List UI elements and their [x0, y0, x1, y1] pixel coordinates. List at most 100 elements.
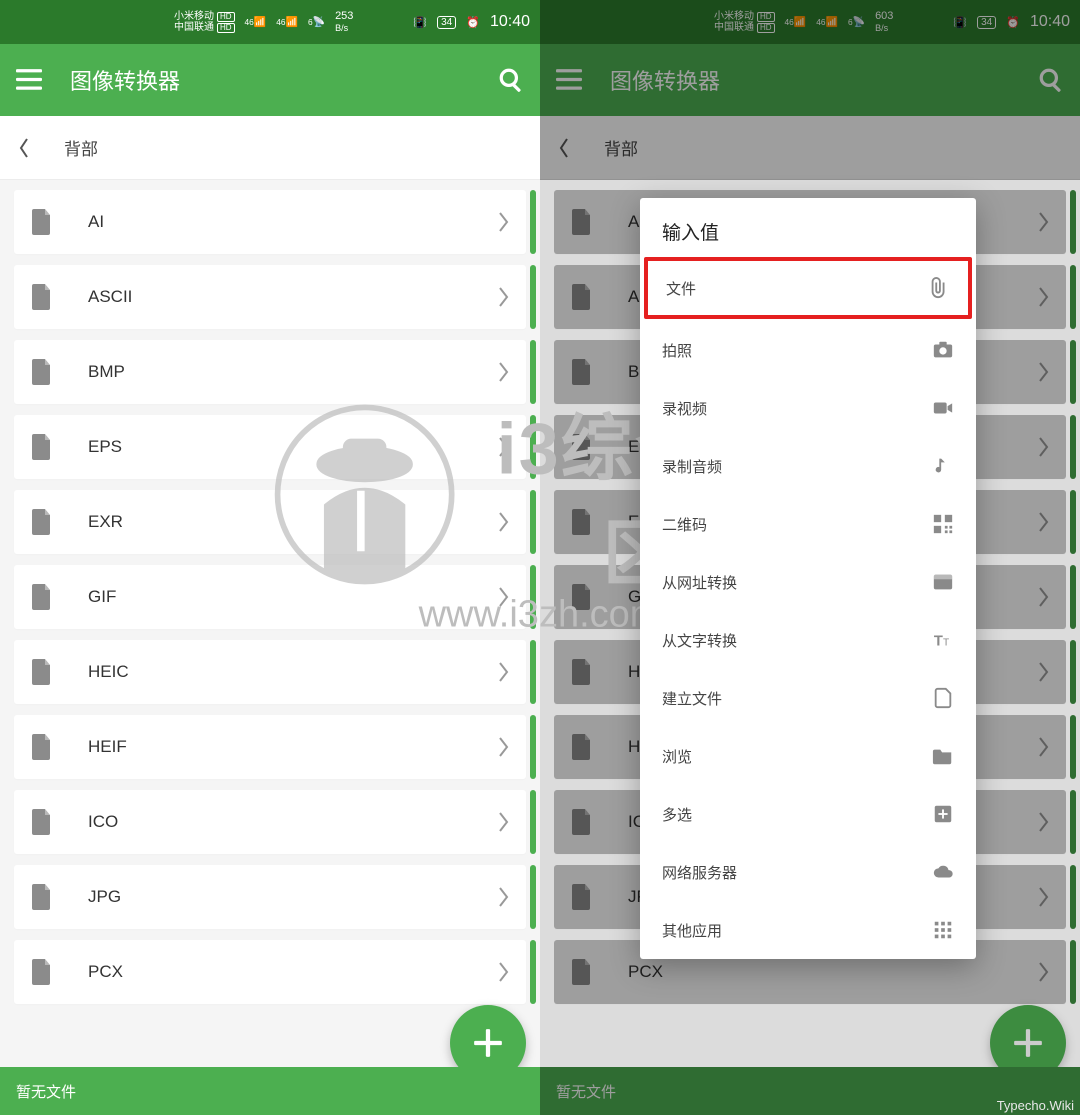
file-icon	[30, 509, 52, 535]
format-row-pcx[interactable]: PCX	[14, 940, 526, 1004]
chevron-right-icon	[498, 286, 510, 308]
camera-icon	[932, 339, 954, 361]
search-icon[interactable]	[498, 67, 524, 93]
dialog-item-label: 录制音频	[662, 456, 918, 477]
chevron-right-icon	[498, 736, 510, 758]
file-icon	[30, 809, 52, 835]
cloud-icon	[932, 861, 954, 883]
dialog-item-camera[interactable]: 拍照	[640, 321, 976, 379]
right-screenshot: 小米移动 HD 中国联通 HD 46📶 46📶 6📡 603B/s 📳 34 ⏰…	[540, 0, 1080, 1115]
web-icon	[932, 571, 954, 593]
format-label: JPG	[88, 887, 498, 907]
alarm-icon: ⏰	[466, 16, 480, 29]
chevron-right-icon	[498, 811, 510, 833]
chevron-right-icon	[498, 436, 510, 458]
format-label: HEIF	[88, 737, 498, 757]
bottom-status: 暂无文件	[16, 1081, 76, 1102]
attach-icon	[928, 277, 950, 299]
chevron-right-icon	[498, 886, 510, 908]
dialog-item-label: 网络服务器	[662, 862, 918, 883]
dialog-item-attach[interactable]: 文件	[644, 257, 972, 319]
format-label: GIF	[88, 587, 498, 607]
dialog-item-text[interactable]: 从文字转换	[640, 611, 976, 669]
dialog-item-folder[interactable]: 浏览	[640, 727, 976, 785]
format-row-heic[interactable]: HEIC	[14, 640, 526, 704]
format-label: EXR	[88, 512, 498, 532]
chevron-right-icon	[498, 211, 510, 233]
dialog-item-label: 其他应用	[662, 920, 918, 941]
clock: 10:40	[490, 13, 530, 31]
format-label: ICO	[88, 812, 498, 832]
text-icon	[932, 629, 954, 651]
dialog-title: 输入值	[640, 198, 976, 257]
app-header: 图像转换器	[0, 44, 540, 116]
format-label: ASCII	[88, 287, 498, 307]
qr-icon	[932, 513, 954, 535]
file-icon	[30, 359, 52, 385]
dialog-item-label: 从网址转换	[662, 572, 918, 593]
file-icon	[30, 884, 52, 910]
input-dialog: 输入值 文件 拍照 录视频 录制音频 二维码 从网址转换 从文字转换 建立文件	[640, 198, 976, 959]
dialog-item-label: 录视频	[662, 398, 918, 419]
dialog-item-label: 建立文件	[662, 688, 918, 709]
apps-icon	[932, 919, 954, 941]
chevron-right-icon	[498, 961, 510, 983]
dialog-item-cloud[interactable]: 网络服务器	[640, 843, 976, 901]
file-icon	[30, 284, 52, 310]
dialog-item-label: 文件	[666, 278, 914, 299]
breadcrumb-label: 背部	[64, 135, 98, 160]
format-label: PCX	[88, 962, 498, 982]
chevron-right-icon	[498, 661, 510, 683]
status-bar: 小米移动 HD 中国联通 HD 46📶 46📶 6📡 253B/s 📳 34 ⏰…	[0, 0, 540, 44]
dialog-item-label: 从文字转换	[662, 630, 918, 651]
format-row-bmp[interactable]: BMP	[14, 340, 526, 404]
format-label: BMP	[88, 362, 498, 382]
format-row-jpg[interactable]: JPG	[14, 865, 526, 929]
folder-icon	[932, 745, 954, 767]
footer-credit: Typecho.Wiki	[997, 1098, 1074, 1113]
chevron-right-icon	[498, 511, 510, 533]
file-icon	[30, 959, 52, 985]
format-list: AI ASCII BMP EPS EXR GIF HEIC	[0, 180, 540, 1084]
chevron-right-icon	[498, 361, 510, 383]
dialog-item-label: 拍照	[662, 340, 918, 361]
chevron-right-icon	[498, 586, 510, 608]
app-title: 图像转换器	[70, 64, 470, 96]
format-row-exr[interactable]: EXR	[14, 490, 526, 554]
dialog-item-music[interactable]: 录制音频	[640, 437, 976, 495]
dialog-item-label: 多选	[662, 804, 918, 825]
music-icon	[932, 455, 954, 477]
dialog-item-label: 浏览	[662, 746, 918, 767]
vibrate-icon: 📳	[413, 16, 427, 29]
back-icon[interactable]	[18, 137, 30, 159]
file-icon	[30, 734, 52, 760]
dialog-item-video[interactable]: 录视频	[640, 379, 976, 437]
format-row-heif[interactable]: HEIF	[14, 715, 526, 779]
addbox-icon	[932, 803, 954, 825]
dialog-item-addbox[interactable]: 多选	[640, 785, 976, 843]
format-label: AI	[88, 212, 498, 232]
file-icon	[30, 584, 52, 610]
format-row-eps[interactable]: EPS	[14, 415, 526, 479]
newfile-icon	[932, 687, 954, 709]
format-label: EPS	[88, 437, 498, 457]
dialog-item-newfile[interactable]: 建立文件	[640, 669, 976, 727]
left-screenshot: 小米移动 HD 中国联通 HD 46📶 46📶 6📡 253B/s 📳 34 ⏰…	[0, 0, 540, 1115]
format-row-ascii[interactable]: ASCII	[14, 265, 526, 329]
breadcrumb[interactable]: 背部	[0, 116, 540, 180]
plus-icon	[472, 1027, 504, 1059]
video-icon	[932, 397, 954, 419]
file-icon	[30, 209, 52, 235]
bottom-bar: 暂无文件	[0, 1067, 540, 1115]
format-label: HEIC	[88, 662, 498, 682]
menu-icon[interactable]	[16, 67, 42, 93]
file-icon	[30, 434, 52, 460]
dialog-item-label: 二维码	[662, 514, 918, 535]
dialog-item-qr[interactable]: 二维码	[640, 495, 976, 553]
dialog-item-apps[interactable]: 其他应用	[640, 901, 976, 959]
format-row-ico[interactable]: ICO	[14, 790, 526, 854]
format-row-ai[interactable]: AI	[14, 190, 526, 254]
dialog-item-web[interactable]: 从网址转换	[640, 553, 976, 611]
format-row-gif[interactable]: GIF	[14, 565, 526, 629]
file-icon	[30, 659, 52, 685]
